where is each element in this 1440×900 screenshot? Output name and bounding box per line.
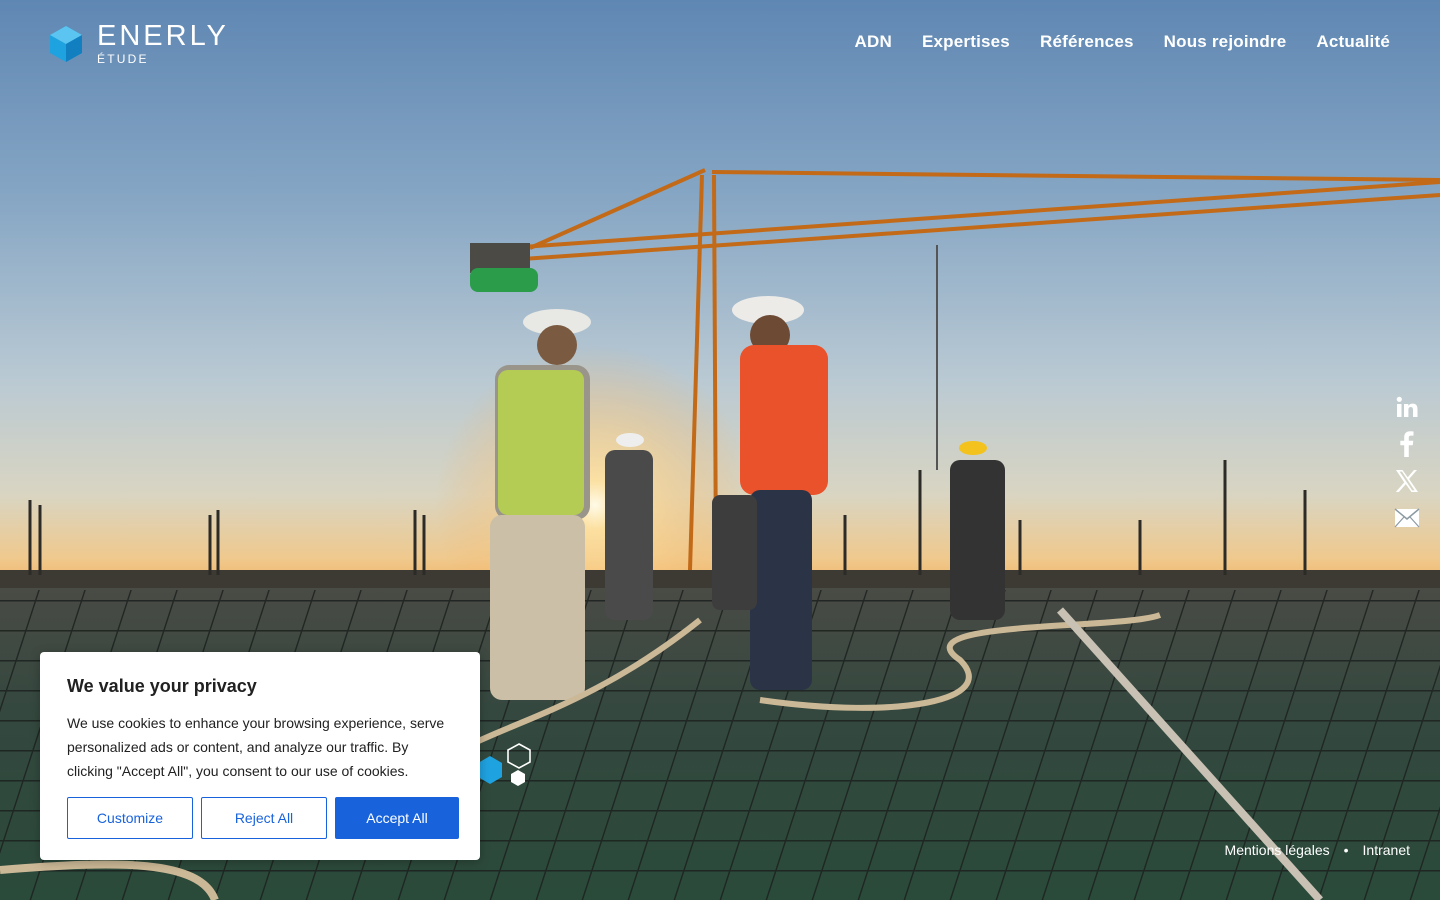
nav-item-expertises[interactable]: Expertises xyxy=(922,32,1010,52)
cookie-actions: Customize Reject All Accept All xyxy=(67,797,459,839)
customize-button[interactable]: Customize xyxy=(67,797,193,839)
intranet-link[interactable]: Intranet xyxy=(1363,842,1410,858)
enerly-hex-logo-icon xyxy=(50,25,82,62)
hexagon-loader-icon xyxy=(478,743,531,786)
nav-item-actualite[interactable]: Actualité xyxy=(1316,32,1390,52)
footer-links: Mentions légales • Intranet xyxy=(1225,842,1410,858)
brand-subtitle: ÉTUDE xyxy=(97,52,149,66)
cookie-title: We value your privacy xyxy=(67,676,257,696)
footer-separator: • xyxy=(1343,842,1349,858)
main-navigation: ADN Expertises Références Nous rejoindre… xyxy=(855,32,1390,52)
nav-item-nous-rejoindre[interactable]: Nous rejoindre xyxy=(1164,32,1287,52)
x-twitter-icon[interactable] xyxy=(1394,469,1420,493)
reject-all-button[interactable]: Reject All xyxy=(201,797,327,839)
cookie-description: We use cookies to enhance your browsing … xyxy=(67,715,445,779)
legal-notice-link[interactable]: Mentions légales xyxy=(1225,842,1330,858)
mail-icon[interactable] xyxy=(1394,506,1420,530)
cookie-consent-banner: We value your privacy We use cookies to … xyxy=(40,652,480,860)
nav-item-references[interactable]: Références xyxy=(1040,32,1134,52)
accept-all-button[interactable]: Accept All xyxy=(335,797,459,839)
social-links xyxy=(1394,395,1420,530)
brand-name: ENERLY xyxy=(97,20,229,52)
nav-item-adn[interactable]: ADN xyxy=(855,32,892,52)
linkedin-icon[interactable] xyxy=(1394,395,1420,419)
site-logo[interactable]: ENERLY ÉTUDE xyxy=(49,22,229,65)
facebook-icon[interactable] xyxy=(1394,431,1420,457)
